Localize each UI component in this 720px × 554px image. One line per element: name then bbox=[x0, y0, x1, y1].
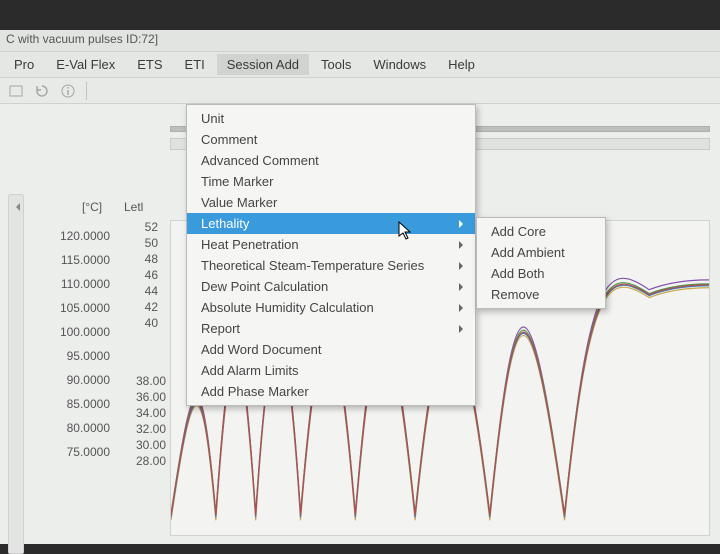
secondary-axis-upper: 52 50 48 46 44 42 40 bbox=[122, 220, 162, 332]
menu-item-advanced-comment[interactable]: Advanced Comment bbox=[187, 150, 475, 171]
submenu-remove[interactable]: Remove bbox=[477, 284, 605, 305]
sec-l-0: 38.00 bbox=[122, 374, 168, 390]
menu-item-lethality[interactable]: Lethality bbox=[187, 213, 475, 234]
y-axis: 120.0000 115.0000 110.0000 105.0000 100.… bbox=[36, 224, 116, 464]
y-tick-5: 95.0000 bbox=[36, 344, 116, 368]
menu-pro[interactable]: Pro bbox=[4, 54, 44, 75]
toolbar-divider bbox=[86, 82, 87, 100]
sec-u-3: 46 bbox=[122, 268, 162, 284]
panel-collapse-handle[interactable] bbox=[8, 194, 24, 554]
toolbar-icon-1[interactable] bbox=[8, 83, 24, 99]
menubar: Pro E-Val Flex ETS ETI Session Add Tools… bbox=[0, 52, 720, 78]
submenu-add-both[interactable]: Add Both bbox=[477, 263, 605, 284]
menu-eti[interactable]: ETI bbox=[175, 54, 215, 75]
sec-l-1: 36.00 bbox=[122, 390, 168, 406]
menu-item-heat-penetration[interactable]: Heat Penetration bbox=[187, 234, 475, 255]
sec-l-5: 28.00 bbox=[122, 454, 168, 470]
menu-item-theoretical-steam[interactable]: Theoretical Steam-Temperature Series bbox=[187, 255, 475, 276]
sec-u-0: 52 bbox=[122, 220, 162, 236]
column-header-leti: Letl bbox=[124, 200, 143, 214]
sec-l-4: 30.00 bbox=[122, 438, 168, 454]
y-tick-0: 120.0000 bbox=[36, 224, 116, 248]
menu-item-time-marker[interactable]: Time Marker bbox=[187, 171, 475, 192]
menu-eval-flex[interactable]: E-Val Flex bbox=[46, 54, 125, 75]
menu-session-add[interactable]: Session Add bbox=[217, 54, 309, 75]
session-add-menu: Unit Comment Advanced Comment Time Marke… bbox=[186, 104, 476, 406]
menu-tools[interactable]: Tools bbox=[311, 54, 361, 75]
menu-item-dew-point[interactable]: Dew Point Calculation bbox=[187, 276, 475, 297]
menu-item-unit[interactable]: Unit bbox=[187, 108, 475, 129]
menu-ets[interactable]: ETS bbox=[127, 54, 172, 75]
menu-item-add-phase-marker[interactable]: Add Phase Marker bbox=[187, 381, 475, 402]
info-icon[interactable] bbox=[60, 83, 76, 99]
y-tick-9: 75.0000 bbox=[36, 440, 116, 464]
sec-u-6: 40 bbox=[122, 316, 162, 332]
sec-u-5: 42 bbox=[122, 300, 162, 316]
y-tick-6: 90.0000 bbox=[36, 368, 116, 392]
y-tick-8: 80.0000 bbox=[36, 416, 116, 440]
menu-windows[interactable]: Windows bbox=[363, 54, 436, 75]
lethality-submenu: Add Core Add Ambient Add Both Remove bbox=[476, 217, 606, 309]
window-title: C with vacuum pulses ID:72] bbox=[0, 30, 720, 52]
submenu-add-core[interactable]: Add Core bbox=[477, 221, 605, 242]
sec-l-3: 32.00 bbox=[122, 422, 168, 438]
menu-item-comment[interactable]: Comment bbox=[187, 129, 475, 150]
y-tick-4: 100.0000 bbox=[36, 320, 116, 344]
y-tick-2: 110.0000 bbox=[36, 272, 116, 296]
menu-item-add-word-doc[interactable]: Add Word Document bbox=[187, 339, 475, 360]
submenu-add-ambient[interactable]: Add Ambient bbox=[477, 242, 605, 263]
menu-item-report[interactable]: Report bbox=[187, 318, 475, 339]
y-tick-1: 115.0000 bbox=[36, 248, 116, 272]
menu-help[interactable]: Help bbox=[438, 54, 485, 75]
refresh-icon[interactable] bbox=[34, 83, 50, 99]
menu-item-absolute-humidity[interactable]: Absolute Humidity Calculation bbox=[187, 297, 475, 318]
toolbar bbox=[0, 78, 720, 104]
sec-l-2: 34.00 bbox=[122, 406, 168, 422]
window-title-text: C with vacuum pulses ID:72] bbox=[6, 32, 158, 46]
secondary-axis-lower: 38.00 36.00 34.00 32.00 30.00 28.00 bbox=[122, 374, 168, 470]
y-tick-3: 105.0000 bbox=[36, 296, 116, 320]
menu-item-add-alarm-limits[interactable]: Add Alarm Limits bbox=[187, 360, 475, 381]
y-tick-7: 85.0000 bbox=[36, 392, 116, 416]
sec-u-2: 48 bbox=[122, 252, 162, 268]
sec-u-4: 44 bbox=[122, 284, 162, 300]
column-header-unit: [°C] bbox=[82, 200, 102, 214]
menu-item-value-marker[interactable]: Value Marker bbox=[187, 192, 475, 213]
sec-u-1: 50 bbox=[122, 236, 162, 252]
content-area: [°C] Letl 120.0000 115.0000 110.0000 105… bbox=[0, 104, 720, 544]
